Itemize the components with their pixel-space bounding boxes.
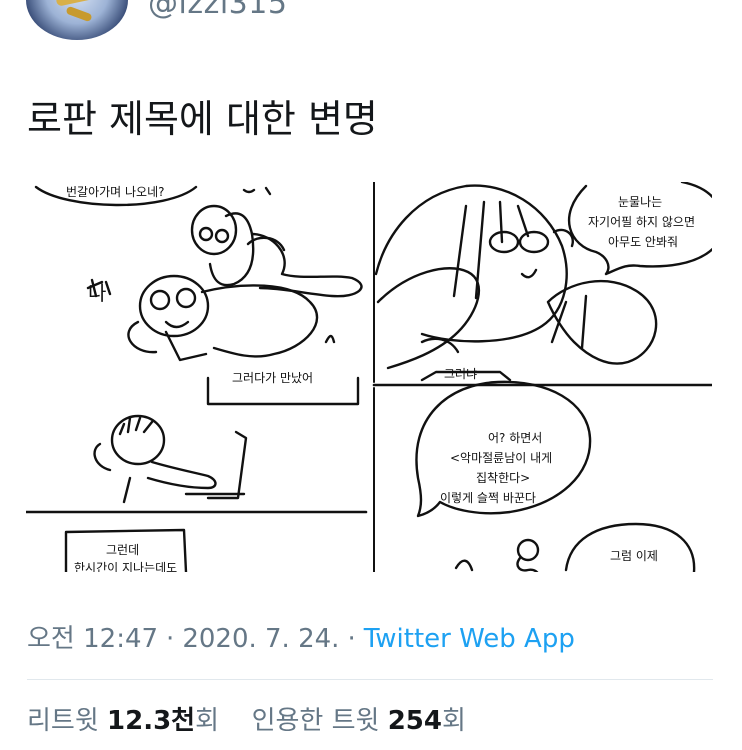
avatar-rope-decoration xyxy=(55,0,103,7)
avatar-rope-decoration xyxy=(65,5,93,23)
tweet-stats: 리트윗 12.3천회 인용한 트윗 254회 xyxy=(27,700,466,737)
panel5-caption-line: 그런데 xyxy=(106,543,139,557)
panel4-speech-line: <악마절륜남이 내게 xyxy=(450,451,552,465)
tweet-time[interactable]: 오전 12:47 xyxy=(27,624,158,654)
divider xyxy=(27,679,713,680)
tweet-meta: 오전 12:47 · 2020. 7. 24. · Twitter Web App xyxy=(27,618,575,655)
panel4-speech-line: 이렇게 슬쩍 바꾼다 xyxy=(440,490,536,505)
retweets-suffix: 회 xyxy=(195,706,220,736)
tweet-date[interactable]: 2020. 7. 24. xyxy=(182,624,339,654)
panel2-speech-line: 자기어필 하지 않으면 xyxy=(588,215,695,229)
quotes-label: 인용한 트윗 xyxy=(251,706,380,736)
panel2-speech-line: 눈물나는 xyxy=(618,195,662,209)
retweets-label: 리트윗 xyxy=(27,706,99,736)
meta-separator: · xyxy=(347,624,356,654)
retweets-stat[interactable]: 리트윗 12.3천회 xyxy=(27,706,227,736)
panel2-caption-text: 그러냐 xyxy=(444,367,477,381)
panel1-bottom-text: 그러다가 만났어 xyxy=(232,371,313,385)
avatar[interactable] xyxy=(26,0,128,40)
tweet-media-image[interactable]: 번갈아가며 나오네? 나 그러다가 만났어 눈물나는 자기어필 하지 않으면 아… xyxy=(26,182,712,572)
quotes-suffix: 회 xyxy=(441,706,466,736)
tweet-text: 로판 제목에 대한 변명 xyxy=(27,97,378,141)
panel5-caption-line: 한시간이 지나는데도 xyxy=(74,561,177,572)
panel1-character-head xyxy=(190,204,238,256)
panel2-character-head xyxy=(374,184,568,343)
panel1-speech-text: 번갈아가며 나오네? xyxy=(66,185,165,199)
quotes-count: 254 xyxy=(387,706,442,736)
panel2-speech-line: 아무도 안봐줘 xyxy=(608,235,678,249)
meta-separator: · xyxy=(166,624,175,654)
user-handle[interactable]: @izzi315 xyxy=(148,0,287,21)
panel6-speech-bubble xyxy=(564,522,696,572)
tweet-source-link[interactable]: Twitter Web App xyxy=(364,624,575,654)
retweets-count: 12.3천 xyxy=(107,706,196,736)
panel6-character-head xyxy=(516,538,540,562)
tweet-detail: @izzi315 로판 제목에 대한 변명 번갈아가며 나오네? 나 그러다가 … xyxy=(0,0,742,750)
quotes-stat[interactable]: 인용한 트윗 254회 xyxy=(252,706,466,736)
panel6-speech-text: 그럼 이제 xyxy=(610,549,658,563)
comic-strip: 번갈아가며 나오네? 나 그러다가 만났어 눈물나는 자기어필 하지 않으면 아… xyxy=(26,182,712,572)
panel4-speech-line: 집착한다> xyxy=(476,471,530,485)
panel4-speech-line: 어? 하면서 xyxy=(488,431,542,445)
panel1-sfx-text: 나 xyxy=(88,281,106,305)
